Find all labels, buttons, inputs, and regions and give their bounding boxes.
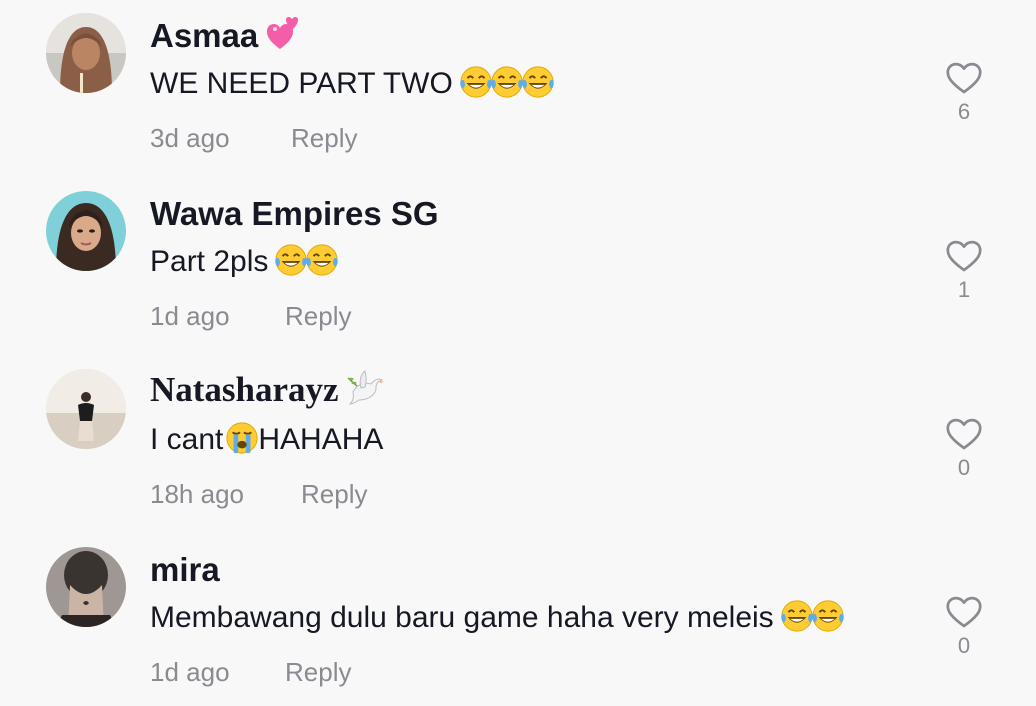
comment-item: Asmaa WE NEED PART TWO 3d ago Reply 6 <box>0 0 1036 178</box>
reply-button[interactable]: Reply <box>285 298 351 334</box>
reply-button[interactable]: Reply <box>301 476 367 512</box>
comment-meta: 1d ago Reply <box>150 654 351 690</box>
like-button[interactable]: 1 <box>944 240 984 302</box>
tears-of-joy-icon <box>490 65 524 99</box>
avatar[interactable] <box>46 191 126 271</box>
like-count: 0 <box>957 633 971 658</box>
tears-of-joy-icon <box>521 65 555 99</box>
tears-of-joy-icon <box>459 65 493 99</box>
comment-time: 18h ago <box>150 479 244 509</box>
tears-of-joy-icon <box>274 243 308 277</box>
avatar[interactable] <box>46 369 126 449</box>
comment-text: I cant HAHAHA <box>150 420 383 466</box>
comment-text: Part 2pls <box>150 242 336 288</box>
tears-of-joy-icon <box>811 599 845 633</box>
comment-item: Wawa Empires SG Part 2pls 1d ago Reply 1 <box>0 178 1036 356</box>
tears-of-joy-emojis <box>274 243 336 288</box>
reply-button[interactable]: Reply <box>291 120 357 156</box>
comment-username[interactable]: mira <box>150 550 220 590</box>
like-count: 1 <box>957 277 971 302</box>
like-count: 6 <box>957 99 971 124</box>
comment-username[interactable]: Wawa Empires SG <box>150 194 439 234</box>
comment-text: Membawang dulu baru game haha very melei… <box>150 598 842 644</box>
comment-time: 1d ago <box>150 657 230 687</box>
sparkling-heart-icon <box>266 16 302 60</box>
comments-list: Asmaa WE NEED PART TWO 3d ago Reply 6 Wa… <box>0 0 1036 706</box>
avatar[interactable] <box>46 13 126 93</box>
tears-of-joy-icon <box>780 599 814 633</box>
comment-username[interactable]: Asmaa <box>150 16 302 60</box>
comment-meta: 3d ago Reply <box>150 120 357 156</box>
like-button[interactable]: 0 <box>944 596 984 658</box>
comment-time: 3d ago <box>150 123 230 153</box>
tears-of-joy-emojis <box>459 65 552 110</box>
dove-icon <box>347 370 385 415</box>
comment-text: WE NEED PART TWO <box>150 64 552 110</box>
avatar[interactable] <box>46 547 126 627</box>
comment-meta: 1d ago Reply <box>150 298 351 334</box>
comment-meta: 18h ago Reply <box>150 476 367 512</box>
heart-outline-icon[interactable] <box>946 418 982 451</box>
comment-item: Natasharayz I cant HAHAHA 18h ago Reply … <box>0 356 1036 534</box>
like-button[interactable]: 0 <box>944 418 984 480</box>
tears-of-joy-emojis <box>780 599 842 644</box>
heart-outline-icon[interactable] <box>946 62 982 95</box>
comment-item: mira Membawang dulu baru game haha very … <box>0 534 1036 706</box>
loudly-crying-face-icon <box>225 421 258 466</box>
like-button[interactable]: 6 <box>944 62 984 124</box>
reply-button[interactable]: Reply <box>285 654 351 690</box>
heart-outline-icon[interactable] <box>946 596 982 629</box>
tears-of-joy-icon <box>305 243 339 277</box>
comment-username[interactable]: Natasharayz <box>150 370 385 415</box>
heart-outline-icon[interactable] <box>946 240 982 273</box>
like-count: 0 <box>957 455 971 480</box>
comment-time: 1d ago <box>150 301 230 331</box>
